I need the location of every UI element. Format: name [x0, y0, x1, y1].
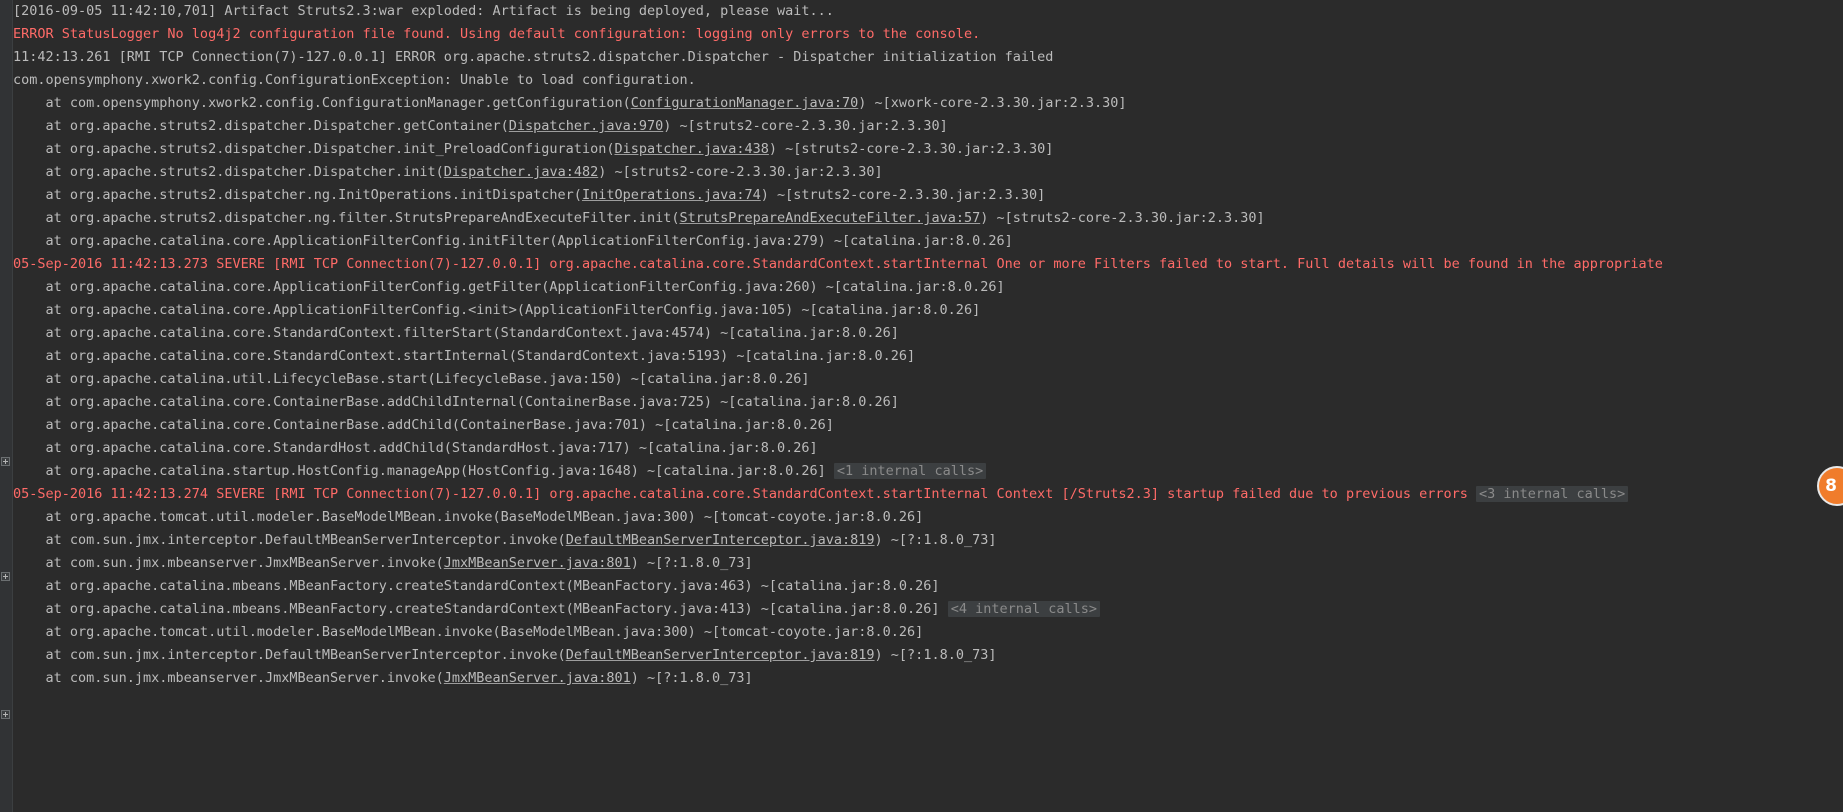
log-text: ) ~[?:1.8.0_73] — [630, 670, 753, 686]
log-line: at org.apache.tomcat.util.modeler.BaseMo… — [13, 621, 1843, 644]
log-text: ) ~[struts2-core-2.3.30.jar:2.3.30] — [980, 210, 1265, 226]
source-file-link[interactable]: InitOperations.java:74 — [582, 187, 761, 203]
log-text: at org.apache.catalina.core.StandardCont… — [13, 348, 916, 364]
log-line: at org.apache.struts2.dispatcher.ng.filt… — [13, 207, 1843, 230]
log-text: at org.apache.tomcat.util.modeler.BaseMo… — [13, 624, 924, 640]
log-text: 05-Sep-2016 11:42:13.274 SEVERE [RMI TCP… — [13, 486, 1476, 502]
log-line: com.opensymphony.xwork2.config.Configura… — [13, 69, 1843, 92]
log-text: at org.apache.struts2.dispatcher.Dispatc… — [13, 164, 444, 180]
source-file-link[interactable]: DefaultMBeanServerInterceptor.java:819 — [566, 532, 875, 548]
log-text: at org.apache.catalina.core.ApplicationF… — [13, 302, 981, 318]
log-line: at org.apache.struts2.dispatcher.Dispatc… — [13, 161, 1843, 184]
log-line: at org.apache.catalina.core.ContainerBas… — [13, 414, 1843, 437]
log-line: at org.apache.catalina.core.StandardHost… — [13, 437, 1843, 460]
log-line: at org.apache.tomcat.util.modeler.BaseMo… — [13, 506, 1843, 529]
log-text: at org.apache.catalina.core.ContainerBas… — [13, 417, 834, 433]
log-text: ) ~[struts2-core-2.3.30.jar:2.3.30] — [768, 141, 1054, 157]
log-text: at org.apache.catalina.startup.HostConfi… — [13, 463, 834, 479]
log-text: at org.apache.catalina.core.ApplicationF… — [13, 233, 1013, 249]
log-line: at org.apache.catalina.core.ApplicationF… — [13, 230, 1843, 253]
log-text: ) ~[?:1.8.0_73] — [874, 647, 997, 663]
log-text: ) ~[xwork-core-2.3.30.jar:2.3.30] — [858, 95, 1127, 111]
log-text: at org.apache.struts2.dispatcher.ng.Init… — [13, 187, 582, 203]
log-text: ) ~[?:1.8.0_73] — [630, 555, 753, 571]
fold-marker-collapsed[interactable] — [1, 457, 10, 466]
log-text: at org.apache.catalina.core.StandardHost… — [13, 440, 818, 456]
log-line: at com.sun.jmx.interceptor.DefaultMBeanS… — [13, 529, 1843, 552]
internal-calls-fold-badge[interactable]: <3 internal calls> — [1475, 486, 1629, 502]
notification-count-label: 8 — [1825, 475, 1837, 496]
source-file-link[interactable]: JmxMBeanServer.java:801 — [444, 670, 631, 686]
internal-calls-fold-badge[interactable]: <4 internal calls> — [947, 601, 1100, 617]
log-text: at org.apache.catalina.core.ApplicationF… — [13, 279, 1005, 295]
log-text: at org.apache.catalina.core.StandardCont… — [13, 325, 899, 341]
log-line: at org.apache.catalina.core.StandardCont… — [13, 345, 1843, 368]
log-text: at org.apache.tomcat.util.modeler.BaseMo… — [13, 509, 924, 525]
log-text: at com.opensymphony.xwork2.config.Config… — [13, 95, 631, 111]
log-line: at org.apache.struts2.dispatcher.Dispatc… — [13, 138, 1843, 161]
log-text: at com.sun.jmx.mbeanserver.JmxMBeanServe… — [13, 670, 444, 686]
log-line: at com.sun.jmx.mbeanserver.JmxMBeanServe… — [13, 667, 1843, 690]
source-file-link[interactable]: ConfigurationManager.java:70 — [631, 95, 859, 111]
log-text: ERROR StatusLogger No log4j2 configurati… — [13, 26, 981, 42]
log-text: [2016-09-05 11:42:10,701] Artifact Strut… — [13, 3, 834, 19]
log-line: [2016-09-05 11:42:10,701] Artifact Strut… — [13, 0, 1843, 23]
log-line-error: ERROR StatusLogger No log4j2 configurati… — [13, 23, 1843, 46]
log-text: at org.apache.struts2.dispatcher.Dispatc… — [13, 118, 509, 134]
log-text: at org.apache.catalina.mbeans.MBeanFacto… — [13, 601, 948, 617]
log-line: at org.apache.struts2.dispatcher.Dispatc… — [13, 115, 1843, 138]
source-file-link[interactable]: Dispatcher.java:482 — [444, 164, 598, 180]
log-text: at com.sun.jmx.mbeanserver.JmxMBeanServe… — [13, 555, 444, 571]
fold-marker-collapsed[interactable] — [1, 710, 10, 719]
source-file-link[interactable]: Dispatcher.java:438 — [614, 141, 768, 157]
log-text: 11:42:13.261 [RMI TCP Connection(7)-127.… — [13, 49, 1054, 65]
source-file-link[interactable]: Dispatcher.java:970 — [509, 118, 663, 134]
internal-calls-fold-badge[interactable]: <1 internal calls> — [833, 463, 987, 479]
log-text: at com.sun.jmx.interceptor.DefaultMBeanS… — [13, 532, 566, 548]
log-text: at org.apache.struts2.dispatcher.Dispatc… — [13, 141, 615, 157]
log-text: ) ~[struts2-core-2.3.30.jar:2.3.30] — [760, 187, 1046, 203]
log-line: at org.apache.struts2.dispatcher.ng.Init… — [13, 184, 1843, 207]
log-line: at org.apache.catalina.mbeans.MBeanFacto… — [13, 598, 1843, 621]
log-line-error: 05-Sep-2016 11:42:13.273 SEVERE [RMI TCP… — [13, 253, 1843, 276]
log-line: at org.apache.catalina.core.ApplicationF… — [13, 276, 1843, 299]
log-line: at com.sun.jmx.mbeanserver.JmxMBeanServe… — [13, 552, 1843, 575]
source-file-link[interactable]: StrutsPrepareAndExecuteFilter.java:57 — [679, 210, 980, 226]
source-file-link[interactable]: JmxMBeanServer.java:801 — [444, 555, 631, 571]
log-text: ) ~[struts2-core-2.3.30.jar:2.3.30] — [663, 118, 948, 134]
log-line: at org.apache.catalina.util.LifecycleBas… — [13, 368, 1843, 391]
log-line-error: 05-Sep-2016 11:42:13.274 SEVERE [RMI TCP… — [13, 483, 1843, 506]
fold-marker-collapsed[interactable] — [1, 572, 10, 581]
console-log-panel: [2016-09-05 11:42:10,701] Artifact Strut… — [0, 0, 1843, 812]
source-file-link[interactable]: DefaultMBeanServerInterceptor.java:819 — [566, 647, 875, 663]
log-text: at org.apache.catalina.mbeans.MBeanFacto… — [13, 578, 940, 594]
log-text: at org.apache.struts2.dispatcher.ng.filt… — [13, 210, 680, 226]
log-line: at org.apache.catalina.mbeans.MBeanFacto… — [13, 575, 1843, 598]
log-text: ) ~[?:1.8.0_73] — [874, 532, 997, 548]
editor-gutter[interactable] — [0, 0, 13, 812]
log-line: at org.apache.catalina.core.ApplicationF… — [13, 299, 1843, 322]
log-line: at com.sun.jmx.interceptor.DefaultMBeanS… — [13, 644, 1843, 667]
log-line: at org.apache.catalina.startup.HostConfi… — [13, 460, 1843, 483]
log-line: at org.apache.catalina.core.StandardCont… — [13, 322, 1843, 345]
log-text: at org.apache.catalina.core.ContainerBas… — [13, 394, 899, 410]
log-line: at org.apache.catalina.core.ContainerBas… — [13, 391, 1843, 414]
log-text: ) ~[struts2-core-2.3.30.jar:2.3.30] — [598, 164, 883, 180]
log-line: at com.opensymphony.xwork2.config.Config… — [13, 92, 1843, 115]
log-text: at org.apache.catalina.util.LifecycleBas… — [13, 371, 810, 387]
console-text-area[interactable]: [2016-09-05 11:42:10,701] Artifact Strut… — [13, 0, 1843, 812]
log-text: at com.sun.jmx.interceptor.DefaultMBeanS… — [13, 647, 566, 663]
log-text: 05-Sep-2016 11:42:13.273 SEVERE [RMI TCP… — [13, 256, 1663, 272]
log-text: com.opensymphony.xwork2.config.Configura… — [13, 72, 696, 88]
log-line: 11:42:13.261 [RMI TCP Connection(7)-127.… — [13, 46, 1843, 69]
